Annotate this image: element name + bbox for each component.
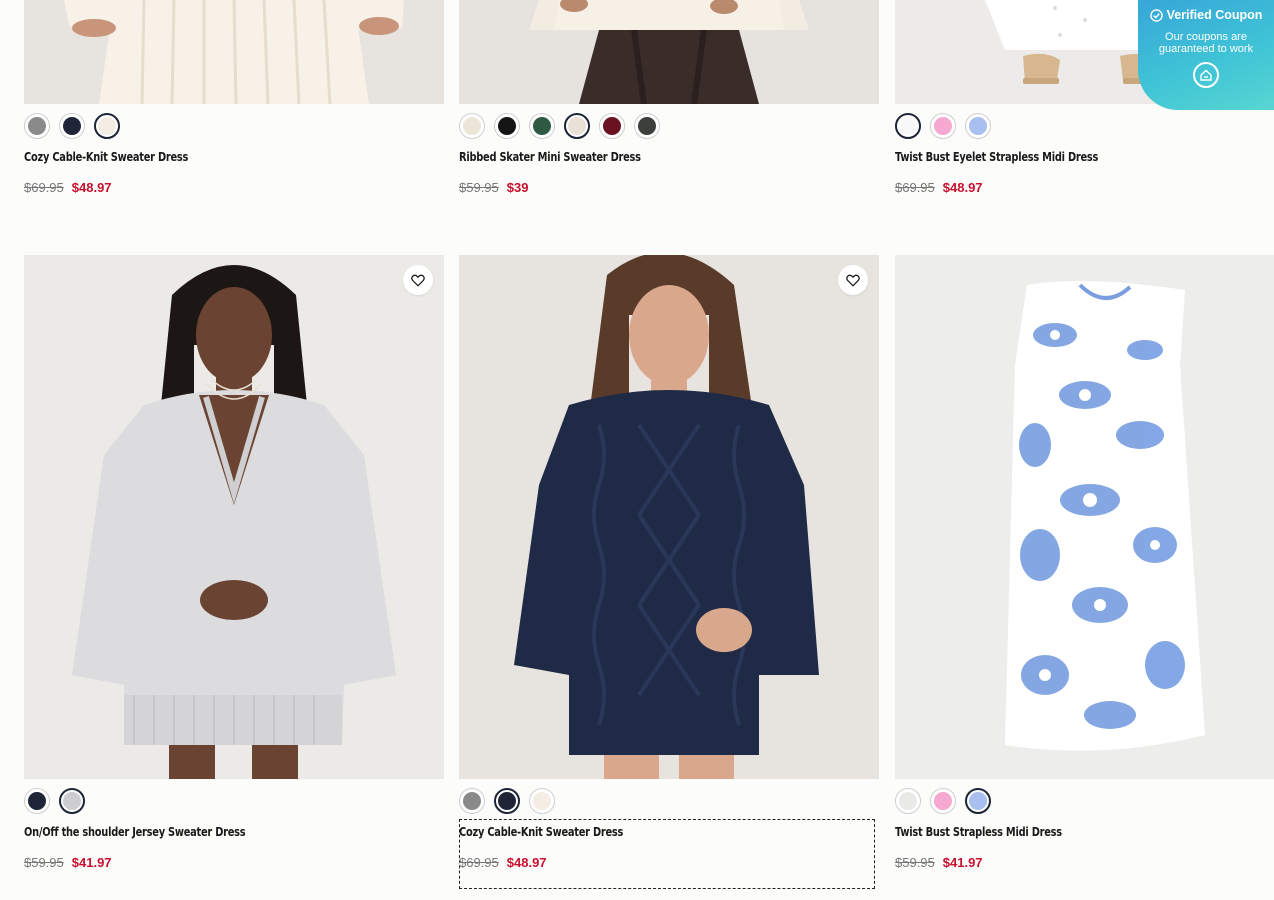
- color-swatch[interactable]: [59, 788, 85, 814]
- swatch-color-dot: [498, 117, 516, 135]
- color-swatch[interactable]: [24, 113, 50, 139]
- product-price: $59.95 $41.97: [895, 855, 983, 870]
- color-swatch[interactable]: [895, 788, 921, 814]
- swatch-color-dot: [969, 117, 987, 135]
- swatch-color-dot: [498, 792, 516, 810]
- sale-price: $48.97: [506, 855, 547, 870]
- product-price: $69.95 $48.97: [895, 180, 983, 195]
- swatch-color-dot: [463, 792, 481, 810]
- color-swatch[interactable]: [24, 788, 50, 814]
- swatch-color-dot: [28, 117, 46, 135]
- product-price: $69.95 $48.97: [459, 855, 547, 870]
- color-swatch[interactable]: [564, 113, 590, 139]
- swatch-color-dot: [934, 117, 952, 135]
- color-swatch[interactable]: [59, 113, 85, 139]
- color-swatch[interactable]: [494, 788, 520, 814]
- product-image[interactable]: [459, 255, 879, 779]
- product-name[interactable]: On/Off the shoulder Jersey Sweater Dress: [24, 825, 246, 839]
- original-price: $59.95: [24, 855, 64, 870]
- product-name[interactable]: Twist Bust Eyelet Strapless Midi Dress: [895, 150, 1098, 164]
- color-swatch[interactable]: [930, 113, 956, 139]
- product-card[interactable]: On/Off the shoulder Jersey Sweater Dress…: [24, 255, 444, 875]
- coupon-title-row: Verified Coupon: [1138, 8, 1274, 22]
- product-image[interactable]: [895, 255, 1274, 779]
- original-price: $69.95: [459, 855, 499, 870]
- product-image[interactable]: [459, 0, 879, 104]
- color-swatches: [895, 113, 991, 139]
- product-card[interactable]: Twist Bust Strapless Midi Dress $59.95 $4…: [895, 255, 1274, 875]
- swatch-color-dot: [533, 792, 551, 810]
- product-name[interactable]: Cozy Cable-Knit Sweater Dress: [24, 150, 188, 164]
- product-name[interactable]: Cozy Cable-Knit Sweater Dress: [459, 825, 623, 839]
- swatch-color-dot: [969, 792, 987, 810]
- color-swatches: [24, 113, 120, 139]
- original-price: $69.95: [24, 180, 64, 195]
- sale-price: $48.97: [71, 180, 112, 195]
- product-card[interactable]: Ribbed Skater Mini Sweater Dress $59.95 $…: [459, 0, 879, 200]
- color-swatch[interactable]: [459, 788, 485, 814]
- swatch-color-dot: [463, 117, 481, 135]
- heart-icon: [846, 274, 860, 287]
- product-card[interactable]: Cozy Cable-Knit Sweater Dress $69.95 $48.…: [459, 255, 879, 889]
- product-price: $59.95 $41.97: [24, 855, 112, 870]
- sale-price: $41.97: [942, 855, 983, 870]
- color-swatch[interactable]: [965, 788, 991, 814]
- sale-price: $41.97: [71, 855, 112, 870]
- swatch-color-dot: [568, 117, 586, 135]
- original-price: $59.95: [459, 180, 499, 195]
- swatch-color-dot: [603, 117, 621, 135]
- sale-price: $39: [506, 180, 529, 195]
- coupon-title: Verified Coupon: [1166, 8, 1263, 22]
- product-name[interactable]: Twist Bust Strapless Midi Dress: [895, 825, 1062, 839]
- product-name[interactable]: Ribbed Skater Mini Sweater Dress: [459, 150, 641, 164]
- product-price: $69.95 $48.97: [24, 180, 112, 195]
- color-swatch[interactable]: [965, 113, 991, 139]
- wishlist-button[interactable]: [403, 265, 433, 295]
- color-swatches: [459, 113, 660, 139]
- check-circle-icon: [1149, 8, 1163, 22]
- verified-coupon-badge[interactable]: Verified Coupon Our coupons are guarante…: [1138, 0, 1274, 110]
- color-swatch[interactable]: [634, 113, 660, 139]
- color-swatch[interactable]: [529, 788, 555, 814]
- swatch-color-dot: [63, 792, 81, 810]
- color-swatch[interactable]: [94, 113, 120, 139]
- color-swatch[interactable]: [895, 113, 921, 139]
- color-swatch[interactable]: [599, 113, 625, 139]
- color-swatches: [895, 788, 991, 814]
- coupon-subtitle: Our coupons are guaranteed to work: [1158, 31, 1254, 55]
- swatch-color-dot: [533, 117, 551, 135]
- swatch-color-dot: [899, 792, 917, 810]
- product-card[interactable]: Cozy Cable-Knit Sweater Dress $69.95 $48.…: [24, 0, 444, 200]
- coupon-logo-icon: [1193, 62, 1219, 88]
- swatch-color-dot: [63, 117, 81, 135]
- swatch-color-dot: [98, 117, 116, 135]
- wishlist-button[interactable]: [838, 265, 868, 295]
- product-image[interactable]: [24, 0, 444, 104]
- product-image[interactable]: [24, 255, 444, 779]
- swatch-color-dot: [934, 792, 952, 810]
- color-swatches: [24, 788, 85, 814]
- sale-price: $48.97: [942, 180, 983, 195]
- swatch-color-dot: [899, 117, 917, 135]
- color-swatch[interactable]: [494, 113, 520, 139]
- heart-icon: [411, 274, 425, 287]
- original-price: $59.95: [895, 855, 935, 870]
- swatch-color-dot: [28, 792, 46, 810]
- color-swatch[interactable]: [529, 113, 555, 139]
- product-price: $59.95 $39: [459, 180, 528, 195]
- color-swatch[interactable]: [930, 788, 956, 814]
- original-price: $69.95: [895, 180, 935, 195]
- swatch-color-dot: [638, 117, 656, 135]
- color-swatch[interactable]: [459, 113, 485, 139]
- color-swatches: [459, 788, 555, 814]
